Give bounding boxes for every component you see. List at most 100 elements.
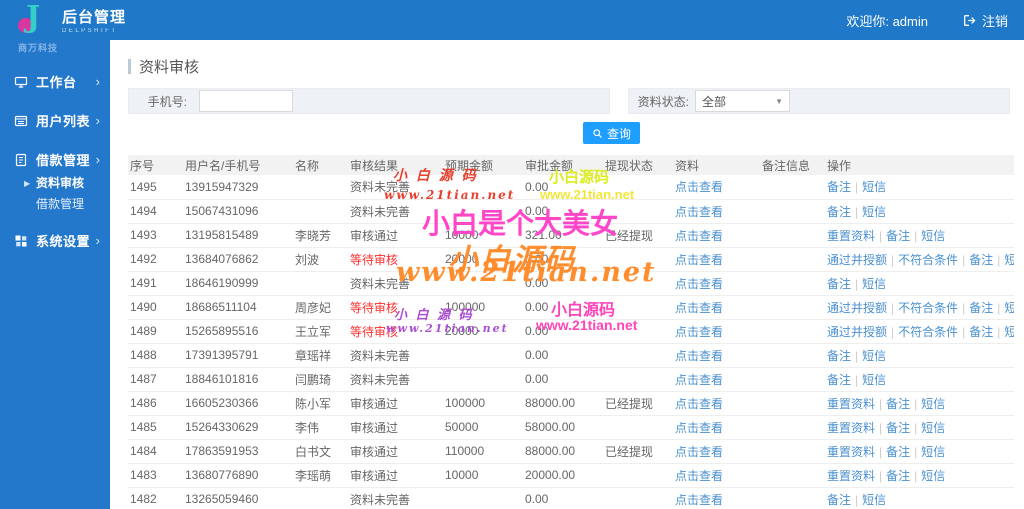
view-data-link[interactable]: 点击查看: [675, 397, 723, 411]
action-link-备注[interactable]: 备注: [969, 253, 993, 267]
action-link-重置资料[interactable]: 重置资料: [827, 397, 875, 411]
table-row: 1487 18846101816 闫鹏琦 资料未完善 0.00 点击查看 备注 | 短信: [128, 367, 1014, 392]
action-separator: |: [855, 372, 859, 387]
column-header: 提现状态: [603, 155, 673, 175]
sidebar-subitem-资料审核[interactable]: ▶ 资料审核: [0, 173, 110, 194]
cell-view-data: 点击查看: [673, 319, 760, 344]
logout-button[interactable]: 注销: [962, 11, 1008, 30]
action-link-短信[interactable]: 短信: [921, 397, 945, 411]
action-link-重置资料[interactable]: 重置资料: [827, 445, 875, 459]
cell-actions: 通过并授额|不符合条件|备注|短信: [825, 319, 1014, 344]
action-link-备注[interactable]: 备注: [969, 301, 993, 315]
cell-approved-amount: 20000.00: [523, 463, 603, 488]
action-link-不符合条件[interactable]: 不符合条件: [898, 325, 958, 339]
action-link-短信[interactable]: 短信: [921, 229, 945, 243]
action-link-备注[interactable]: 备注: [886, 421, 910, 435]
sidebar-item-用户列表[interactable]: 用户列表 ›: [0, 107, 110, 134]
action-link-备注[interactable]: 备注: [827, 205, 851, 219]
username: admin: [892, 13, 928, 29]
cell-approved-amount: 0.00: [523, 295, 603, 320]
cell-actions: 备注 | 短信: [825, 199, 1014, 224]
action-link-备注[interactable]: 备注: [969, 325, 993, 339]
action-link-不符合条件[interactable]: 不符合条件: [898, 253, 958, 267]
action-separator: |: [879, 228, 883, 243]
action-link-短信[interactable]: 短信: [862, 180, 886, 194]
action-link-短信[interactable]: 短信: [921, 445, 945, 459]
view-data-link[interactable]: 点击查看: [675, 277, 723, 291]
action-link-短信[interactable]: 短信: [862, 277, 886, 291]
action-link-短信[interactable]: 短信: [1004, 253, 1014, 267]
cell-result: 等待审核: [348, 319, 443, 344]
cell-withdraw-status: [603, 367, 673, 392]
action-link-通过并授额[interactable]: 通过并授额: [827, 253, 887, 267]
cell-phone: 18646190999: [183, 271, 293, 296]
view-data-link[interactable]: 点击查看: [675, 493, 723, 507]
action-link-备注[interactable]: 备注: [886, 445, 910, 459]
view-data-link[interactable]: 点击查看: [675, 469, 723, 483]
action-link-备注[interactable]: 备注: [827, 277, 851, 291]
cell-view-data: 点击查看: [673, 271, 760, 296]
action-link-备注[interactable]: 备注: [827, 373, 851, 387]
sidebar-item-label: 借款管理: [36, 153, 91, 168]
action-link-备注[interactable]: 备注: [886, 229, 910, 243]
table-row: 1488 17391395791 章瑶祥 资料未完善 0.00 点击查看 备注 | 短信: [128, 343, 1014, 368]
table-row: 1489 15265895516 王立军 等待审核 20000 0.00 点击查看 通过并授额…: [128, 319, 1014, 344]
view-data-link[interactable]: 点击查看: [675, 301, 723, 315]
view-data-link[interactable]: 点击查看: [675, 205, 723, 219]
action-link-短信[interactable]: 短信: [862, 373, 886, 387]
action-link-备注[interactable]: 备注: [827, 493, 851, 507]
action-link-备注[interactable]: 备注: [827, 180, 851, 194]
cell-id: 1492: [128, 247, 183, 272]
sidebar-item-借款管理[interactable]: 借款管理 ›: [0, 146, 110, 173]
cell-withdraw-status: 已经提现: [603, 439, 673, 464]
status-select[interactable]: 全部 ▼: [695, 90, 790, 112]
view-data-link[interactable]: 点击查看: [675, 180, 723, 194]
sidebar-subitem-label: 资料审核: [36, 176, 85, 190]
cell-remark-info: [760, 223, 825, 248]
view-data-link[interactable]: 点击查看: [675, 421, 723, 435]
action-link-备注[interactable]: 备注: [827, 349, 851, 363]
view-data-link[interactable]: 点击查看: [675, 229, 723, 243]
action-link-重置资料[interactable]: 重置资料: [827, 469, 875, 483]
action-separator: |: [855, 492, 859, 507]
action-link-重置资料[interactable]: 重置资料: [827, 229, 875, 243]
action-link-不符合条件[interactable]: 不符合条件: [898, 301, 958, 315]
cell-id: 1482: [128, 487, 183, 509]
action-link-重置资料[interactable]: 重置资料: [827, 421, 875, 435]
action-link-短信[interactable]: 短信: [1004, 325, 1014, 339]
action-link-短信[interactable]: 短信: [921, 421, 945, 435]
view-data-link[interactable]: 点击查看: [675, 253, 723, 267]
action-separator: |: [879, 468, 883, 483]
cell-actions: 重置资料 | 备注 | 短信: [825, 391, 1014, 416]
table-row: 1482 13265059460 资料未完善 0.00 点击查看 备注 | 短信: [128, 487, 1014, 509]
action-link-通过并授额[interactable]: 通过并授额: [827, 301, 887, 315]
review-table: 序号 用户名/手机号 名称 审核结果 预期金额 审批金额 提现状态 资料 备注信息 操作 1495…: [128, 155, 1014, 509]
cell-remark-info: [760, 367, 825, 392]
search-panel: 手机号: 资料状态: 全部 ▼ 查询: [128, 88, 1014, 152]
cell-phone: 13684076862: [183, 247, 293, 272]
query-button[interactable]: 查询: [583, 122, 640, 144]
chevron-right-icon: ›: [95, 152, 100, 167]
cell-result: 资料未完善: [348, 343, 443, 368]
view-data-link[interactable]: 点击查看: [675, 349, 723, 363]
action-separator: |: [855, 180, 859, 195]
action-link-短信[interactable]: 短信: [862, 205, 886, 219]
action-link-备注[interactable]: 备注: [886, 397, 910, 411]
action-link-短信[interactable]: 短信: [862, 493, 886, 507]
action-link-短信[interactable]: 短信: [1004, 301, 1014, 315]
phone-input[interactable]: [199, 90, 293, 112]
action-link-备注[interactable]: 备注: [886, 469, 910, 483]
action-link-通过并授额[interactable]: 通过并授额: [827, 325, 887, 339]
sidebar-item-系统设置[interactable]: 系统设置 ›: [0, 227, 110, 254]
cell-approved-amount: 88000.00: [523, 439, 603, 464]
action-link-短信[interactable]: 短信: [921, 469, 945, 483]
action-link-短信[interactable]: 短信: [862, 349, 886, 363]
view-data-link[interactable]: 点击查看: [675, 373, 723, 387]
sidebar-subitem-借款管理[interactable]: 借款管理: [0, 194, 110, 215]
view-data-link[interactable]: 点击查看: [675, 445, 723, 459]
view-data-link[interactable]: 点击查看: [675, 325, 723, 339]
cell-withdraw-status: 已经提现: [603, 391, 673, 416]
sidebar-item-工作台[interactable]: 工作台 ›: [0, 68, 110, 95]
logout-icon: [964, 14, 976, 26]
cell-name: 李晓芳: [293, 223, 348, 248]
